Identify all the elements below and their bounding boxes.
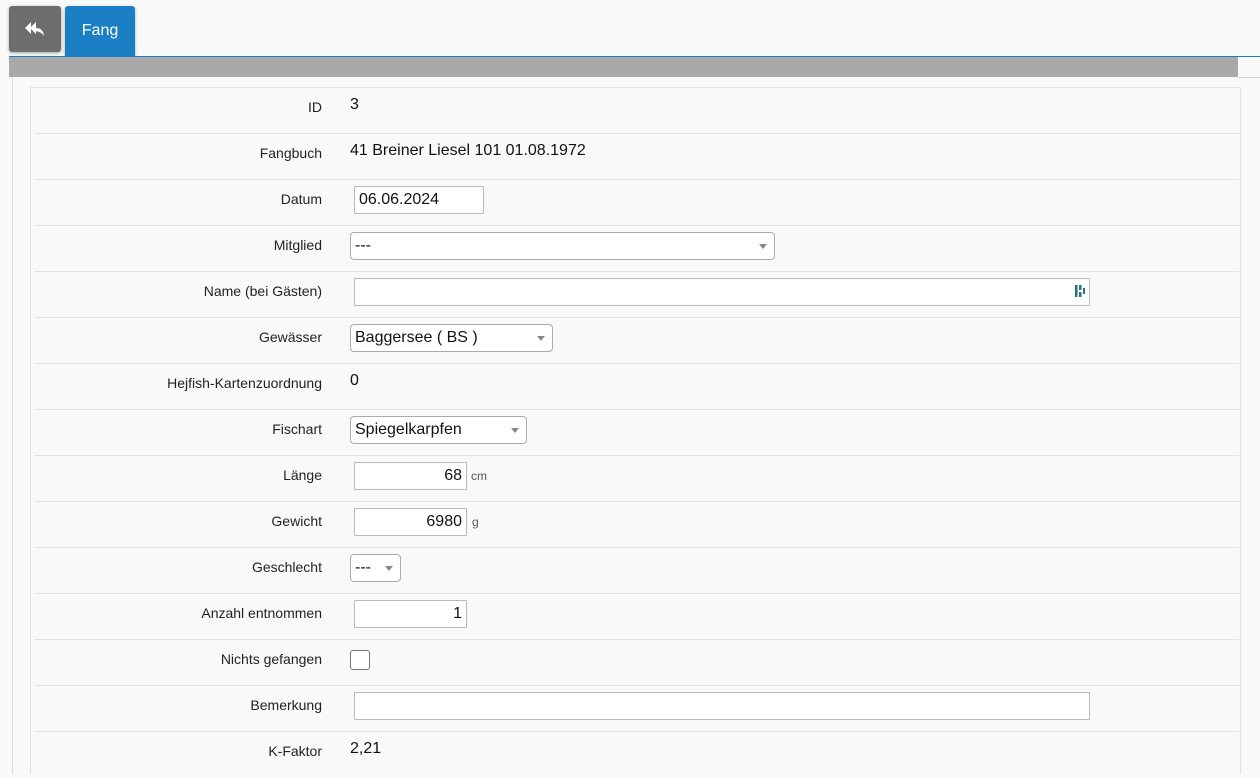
hejfish-value: 0 xyxy=(350,372,359,389)
nichts-gefangen-checkbox[interactable] xyxy=(350,650,370,670)
name-field-wrapper xyxy=(354,278,1090,306)
geschlecht-label: Geschlecht xyxy=(251,559,322,575)
name-input[interactable] xyxy=(354,278,1090,306)
id-value: 3 xyxy=(350,96,359,113)
fangbuch-value: 41 Breiner Liesel 101 01.08.1972 xyxy=(350,142,586,159)
row-bemerkung: Bemerkung xyxy=(34,686,1239,732)
id-label: ID xyxy=(308,99,322,115)
row-gewicht: Gewicht g xyxy=(34,502,1239,548)
row-geschlecht: Geschlecht --- xyxy=(34,548,1239,594)
section-header-bar xyxy=(9,57,1238,77)
row-fischart: Fischart Spiegelkarpfen xyxy=(34,410,1239,456)
row-name: Name (bei Gästen) xyxy=(34,272,1239,318)
k-faktor-value: 2,21 xyxy=(350,740,382,757)
hejfish-label: Hejfish-Kartenzuordnung xyxy=(167,375,322,391)
datum-label: Datum xyxy=(280,191,322,207)
bemerkung-input[interactable] xyxy=(354,692,1090,720)
anzahl-input[interactable] xyxy=(354,600,467,628)
gewaesser-label: Gewässer xyxy=(258,329,322,345)
laenge-input[interactable] xyxy=(354,462,467,490)
row-k-faktor: K-Faktor 2,21 xyxy=(34,732,1239,778)
fangbuch-label: Fangbuch xyxy=(259,145,322,161)
divider xyxy=(1238,77,1260,78)
geschlecht-select[interactable]: --- xyxy=(350,554,401,582)
fischart-label: Fischart xyxy=(272,421,322,437)
datum-input[interactable] xyxy=(354,186,484,214)
fang-form: ID 3 Fangbuch 41 Breiner Liesel 101 01.0… xyxy=(30,87,1241,774)
mitglied-select[interactable]: --- xyxy=(350,232,775,260)
nichts-gefangen-label: Nichts gefangen xyxy=(220,651,322,667)
back-button[interactable] xyxy=(9,6,61,52)
row-laenge: Länge cm xyxy=(34,456,1239,502)
chevron-down-icon xyxy=(537,336,545,341)
row-datum: Datum xyxy=(34,180,1239,226)
gewicht-label: Gewicht xyxy=(271,513,322,529)
mitglied-selected-value: --- xyxy=(355,237,371,254)
gewaesser-selected-value: Baggersee ( BS ) xyxy=(355,329,478,346)
laenge-label: Länge xyxy=(283,467,322,483)
chevron-down-icon xyxy=(511,428,519,433)
anzahl-label: Anzahl entnommen xyxy=(201,605,322,621)
tab-fang[interactable]: Fang xyxy=(65,6,135,56)
chevron-down-icon xyxy=(385,566,393,571)
row-gewaesser: Gewässer Baggersee ( BS ) xyxy=(34,318,1239,364)
name-label: Name (bei Gästen) xyxy=(203,283,322,299)
password-manager-icon[interactable] xyxy=(1074,284,1086,298)
row-mitglied: Mitglied --- xyxy=(34,226,1239,272)
k-faktor-label: K-Faktor xyxy=(268,743,322,759)
chevron-down-icon xyxy=(759,244,767,249)
reply-arrow-icon xyxy=(25,22,44,36)
bemerkung-label: Bemerkung xyxy=(250,697,322,713)
top-bar: Fang xyxy=(0,0,1260,57)
row-nichts-gefangen: Nichts gefangen xyxy=(34,640,1239,686)
gewaesser-select[interactable]: Baggersee ( BS ) xyxy=(350,324,553,352)
gewicht-input[interactable] xyxy=(354,508,467,536)
gewicht-unit: g xyxy=(472,515,479,529)
fischart-select[interactable]: Spiegelkarpfen xyxy=(350,416,527,444)
row-id: ID 3 xyxy=(34,88,1239,134)
row-anzahl: Anzahl entnommen xyxy=(34,594,1239,640)
geschlecht-selected-value: --- xyxy=(355,559,371,576)
fischart-selected-value: Spiegelkarpfen xyxy=(355,421,462,438)
laenge-unit: cm xyxy=(471,469,487,483)
row-hejfish: Hejfish-Kartenzuordnung 0 xyxy=(34,364,1239,410)
mitglied-label: Mitglied xyxy=(273,237,322,253)
row-fangbuch: Fangbuch 41 Breiner Liesel 101 01.08.197… xyxy=(34,134,1239,180)
